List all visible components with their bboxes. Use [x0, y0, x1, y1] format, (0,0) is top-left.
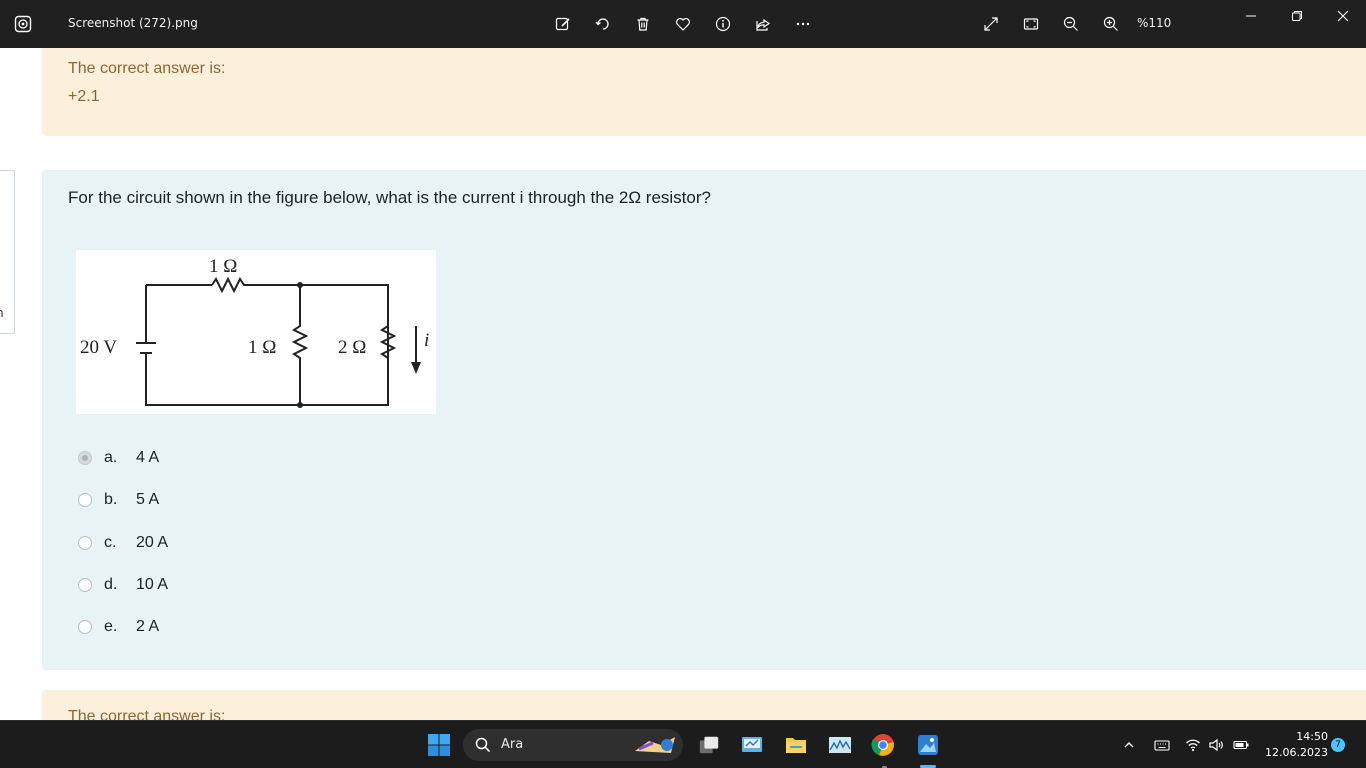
minimize-icon[interactable]	[1241, 8, 1261, 24]
close-icon[interactable]	[1333, 8, 1353, 24]
title-bar: Screenshot (272).png %110	[0, 0, 1366, 48]
fit-to-window-icon[interactable]	[1021, 14, 1041, 34]
more-options-icon[interactable]	[793, 14, 813, 34]
option-a[interactable]: a. 4 A	[78, 446, 278, 470]
circuit-figure: 1 Ω 20 V 1 Ω 2 Ω i	[76, 250, 436, 414]
option-letter: d.	[104, 576, 118, 593]
series-resistor-label: 1 Ω	[209, 256, 237, 277]
notification-badge[interactable]: 7	[1331, 738, 1345, 752]
correct-answer-label: The correct answer is:	[68, 60, 226, 77]
zoom-level[interactable]: %110	[1137, 16, 1171, 30]
taskbar-search[interactable]: Ara	[463, 729, 683, 761]
favorite-heart-icon[interactable]	[673, 14, 693, 34]
shunt-resistor-2-label: 2 Ω	[338, 337, 366, 358]
clock-date: 12.06.2023	[1265, 746, 1328, 759]
taskbar: Ara 14:50 12.06.2023 7	[0, 720, 1366, 768]
question-text: For the circuit shown in the figure belo…	[68, 188, 711, 207]
photos-taskbar-icon[interactable]	[914, 731, 942, 759]
image-viewport: n The correct answer is: +2.1 For the ci…	[0, 48, 1366, 720]
photos-app-icon	[14, 15, 32, 33]
window-title: Screenshot (272).png	[68, 16, 198, 30]
rotate-icon[interactable]	[593, 14, 613, 34]
chrome-icon[interactable]	[869, 731, 897, 759]
option-b[interactable]: b. 5 A	[78, 488, 278, 512]
option-text: 20 A	[136, 534, 169, 551]
performance-monitor-icon[interactable]	[826, 731, 854, 759]
keyboard-icon[interactable]	[1152, 735, 1172, 755]
start-windows-icon[interactable]	[425, 731, 453, 759]
clock[interactable]: 14:50 12.06.2023	[1258, 729, 1328, 761]
search-highlight-icon	[631, 733, 679, 761]
circuit-diagram: 1 Ω 20 V 1 Ω 2 Ω i	[80, 256, 429, 408]
expand-icon[interactable]	[981, 14, 1001, 34]
clock-time: 14:50	[1296, 730, 1328, 743]
side-drawer-label: n	[0, 306, 4, 320]
restore-icon[interactable]	[1287, 8, 1307, 24]
option-letter: c.	[104, 534, 117, 551]
current-label: i	[424, 330, 429, 351]
delete-icon[interactable]	[633, 14, 653, 34]
search-icon	[475, 737, 491, 753]
radio-c[interactable]	[78, 536, 92, 550]
option-letter: b.	[104, 491, 118, 508]
radio-a[interactable]	[78, 451, 92, 465]
radio-b[interactable]	[78, 493, 92, 507]
option-e[interactable]: e. 2 A	[78, 615, 278, 639]
option-text: 2 A	[136, 618, 160, 635]
task-view-icon[interactable]	[695, 731, 723, 759]
next-feedback-box: The correct answer is:	[42, 690, 1366, 720]
chevron-up-icon[interactable]	[1119, 735, 1139, 755]
volume-icon[interactable]	[1206, 735, 1226, 755]
correct-answer-value: +2.1	[68, 88, 100, 105]
option-d[interactable]: d. 10 A	[78, 573, 278, 597]
info-icon[interactable]	[713, 14, 733, 34]
option-c[interactable]: c. 20 A	[78, 531, 278, 555]
correct-answer-label: The correct answer is:	[68, 708, 226, 720]
edit-image-icon[interactable]	[553, 14, 573, 34]
voltage-source-label: 20 V	[80, 337, 117, 358]
previous-feedback-box: The correct answer is: +2.1	[42, 48, 1366, 136]
search-label: Ara	[501, 737, 524, 752]
radio-e[interactable]	[78, 620, 92, 634]
option-text: 5 A	[136, 491, 160, 508]
zoom-out-icon[interactable]	[1061, 14, 1081, 34]
battery-icon[interactable]	[1231, 735, 1251, 755]
shunt-resistor-1-label: 1 Ω	[248, 337, 276, 358]
option-letter: e.	[104, 618, 118, 635]
control-panel-icon[interactable]	[738, 731, 766, 759]
option-text: 4 A	[136, 449, 160, 466]
share-icon[interactable]	[753, 14, 773, 34]
radio-d[interactable]	[78, 578, 92, 592]
file-explorer-icon[interactable]	[782, 731, 810, 759]
wifi-icon[interactable]	[1183, 735, 1203, 755]
zoom-in-icon[interactable]	[1101, 14, 1121, 34]
question-box: For the circuit shown in the figure belo…	[42, 170, 1366, 670]
option-letter: a.	[104, 449, 118, 466]
option-text: 10 A	[136, 576, 169, 593]
